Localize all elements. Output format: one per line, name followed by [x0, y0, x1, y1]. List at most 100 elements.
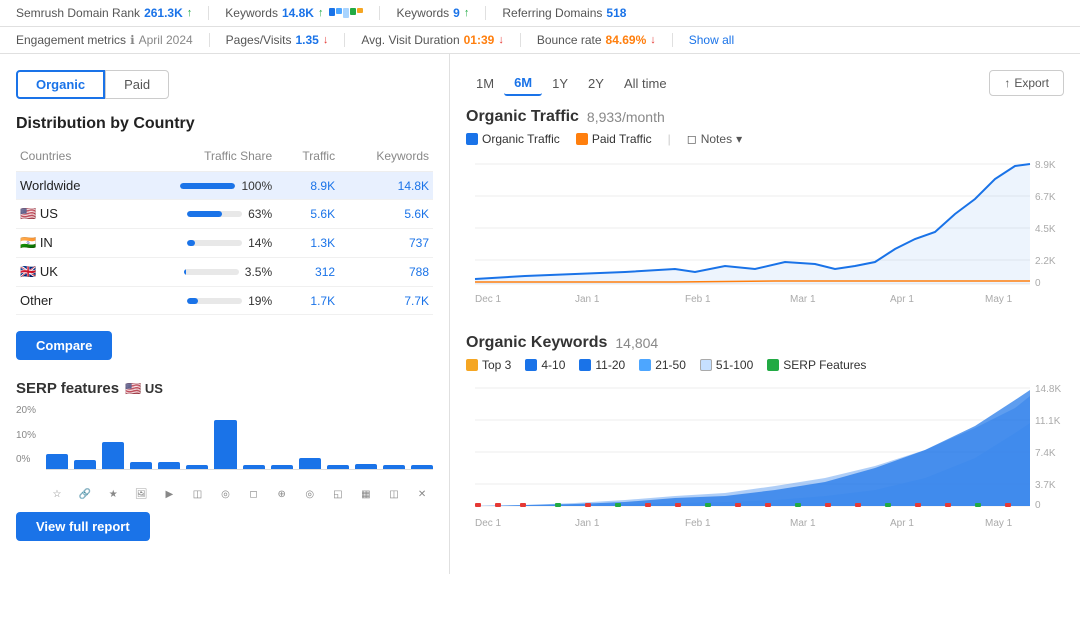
serp-icon-item: ◎	[299, 489, 321, 500]
svg-text:Mar 1: Mar 1	[790, 518, 816, 529]
kw-label-21-50: 21-50	[655, 358, 686, 372]
organic-traffic-subtitle: 8,933/month	[587, 109, 665, 125]
traffic-cell[interactable]: 1.3K	[276, 229, 339, 258]
organic-keywords-subtitle: 14,804	[615, 335, 658, 351]
notes-button[interactable]: ◻ Notes ▾	[687, 132, 742, 146]
svg-text:Dec 1: Dec 1	[475, 518, 502, 529]
table-row: Other 19% 1.7K 7.7K	[16, 287, 433, 315]
time-btn-6m[interactable]: 6M	[504, 71, 542, 96]
svg-text:8.9K: 8.9K	[1035, 160, 1056, 171]
traffic-value: 1.3K	[310, 236, 335, 250]
keywords-value: 14.8K	[398, 179, 429, 193]
serp-country: 🇺🇸 US	[125, 381, 163, 397]
keywords-main-arrow: ↑	[318, 7, 324, 19]
serp-bars-area	[46, 405, 433, 470]
keywords-count-arrow: ↑	[464, 7, 470, 19]
serp-icon-item: ✕	[411, 489, 433, 500]
left-panel: Organic Paid Distribution by Country Cou…	[0, 54, 450, 574]
country-flag: 🇮🇳	[20, 235, 40, 250]
svg-text:11.1K: 11.1K	[1035, 416, 1061, 427]
svg-text:3.7K: 3.7K	[1035, 480, 1056, 491]
svg-text:7.4K: 7.4K	[1035, 448, 1056, 459]
kw-label-11-20: 11-20	[595, 358, 625, 372]
serp-label: SERP features	[16, 380, 119, 397]
progress-bar-bg	[187, 240, 242, 246]
legend-organic-dot	[466, 133, 478, 145]
serp-y-10: 10%	[16, 430, 36, 441]
show-all-link[interactable]: Show all	[689, 33, 734, 47]
time-btn-all[interactable]: All time	[614, 72, 677, 95]
serp-bar	[130, 462, 152, 469]
progress-bar-fill	[180, 183, 235, 189]
traffic-value: 1.7K	[310, 294, 335, 308]
referring-domains-item: Referring Domains 518	[486, 6, 642, 20]
progress-bar-bg	[180, 183, 235, 189]
kw-label-51-100: 51-100	[716, 358, 753, 372]
svg-text:Jan 1: Jan 1	[575, 294, 600, 305]
tab-paid[interactable]: Paid	[105, 70, 169, 99]
engagement-label: Engagement metrics	[16, 33, 126, 47]
traffic-cell[interactable]: 5.6K	[276, 200, 339, 229]
tab-organic[interactable]: Organic	[16, 70, 105, 99]
serp-bar	[411, 465, 433, 469]
avg-visit-label: Avg. Visit Duration	[361, 33, 459, 47]
keywords-cell[interactable]: 5.6K	[339, 200, 433, 229]
engagement-icon: ℹ	[130, 33, 135, 47]
time-btn-1m[interactable]: 1M	[466, 72, 504, 95]
svg-text:14.8K: 14.8K	[1035, 384, 1061, 395]
keywords-cell[interactable]: 737	[339, 229, 433, 258]
serp-section: SERP features 🇺🇸 US 20% 10% 0% ☆🔗★🖼▶◫◎◻⊕…	[16, 380, 433, 500]
progress-bar-bg	[187, 211, 242, 217]
keywords-count-value: 9	[453, 6, 460, 20]
country-name-cell: 🇬🇧 UK	[16, 258, 122, 287]
show-all-item[interactable]: Show all	[673, 33, 750, 47]
country-flag: 🇺🇸	[20, 206, 40, 221]
svg-text:May 1: May 1	[985, 518, 1013, 529]
export-button[interactable]: ↑ Export	[989, 70, 1064, 96]
legend-paid: Paid Traffic	[576, 132, 652, 146]
svg-text:May 1: May 1	[985, 294, 1013, 305]
svg-text:Mar 1: Mar 1	[790, 294, 816, 305]
traffic-cell[interactable]: 1.7K	[276, 287, 339, 315]
kw-dot-top3	[466, 359, 478, 371]
traffic-cell[interactable]: 312	[276, 258, 339, 287]
top-metrics-bar: Semrush Domain Rank 261.3K ↑ Keywords 14…	[0, 0, 1080, 27]
country-name-cell: 🇮🇳 IN	[16, 229, 122, 258]
table-row: 🇬🇧 UK 3.5% 312 788	[16, 258, 433, 287]
keywords-cell[interactable]: 14.8K	[339, 172, 433, 200]
svg-text:6.7K: 6.7K	[1035, 192, 1056, 203]
serp-icon-item: ◱	[327, 489, 349, 500]
serp-icon-item: ▦	[355, 489, 377, 500]
country-flag: 🇬🇧	[20, 264, 40, 279]
compare-button[interactable]: Compare	[16, 331, 112, 360]
engagement-date: April 2024	[139, 33, 193, 47]
second-metrics-bar: Engagement metrics ℹ April 2024 Pages/Vi…	[0, 27, 1080, 54]
col-countries: Countries	[16, 145, 122, 172]
keywords-count-item: Keywords 9 ↑	[380, 6, 486, 20]
keywords-cell[interactable]: 788	[339, 258, 433, 287]
serp-y-20: 20%	[16, 405, 36, 416]
serp-icon-item: ◻	[243, 489, 265, 500]
svg-text:Apr 1: Apr 1	[890, 294, 914, 305]
kw-label-4-10: 4-10	[541, 358, 565, 372]
serp-icon-item: ◫	[186, 489, 208, 500]
organic-traffic-label: Organic Traffic	[466, 108, 579, 126]
time-btn-2y[interactable]: 2Y	[578, 72, 614, 95]
notes-label: Notes	[701, 132, 732, 146]
referring-domains-label: Referring Domains	[502, 6, 602, 20]
traffic-value: 8.9K	[310, 179, 335, 193]
progress-bar-fill	[187, 240, 195, 246]
keywords-main-value: 14.8K	[282, 6, 314, 20]
time-btn-1y[interactable]: 1Y	[542, 72, 578, 95]
pages-visits-label: Pages/Visits	[226, 33, 292, 47]
traffic-cell[interactable]: 8.9K	[276, 172, 339, 200]
col-keywords: Keywords	[339, 145, 433, 172]
serp-title: SERP features 🇺🇸 US	[16, 380, 433, 397]
view-full-report-button[interactable]: View full report	[16, 512, 150, 541]
keywords-cell[interactable]: 7.7K	[339, 287, 433, 315]
organic-paid-tabs: Organic Paid	[16, 70, 433, 99]
kw-legend-21-50: 21-50	[639, 358, 686, 372]
organic-keywords-section: Organic Keywords 14,804 Top 3 4-10 11-20	[466, 334, 1064, 538]
organic-traffic-legend: Organic Traffic Paid Traffic | ◻ Notes ▾	[466, 132, 1064, 146]
pages-visits-value: 1.35	[295, 33, 318, 47]
